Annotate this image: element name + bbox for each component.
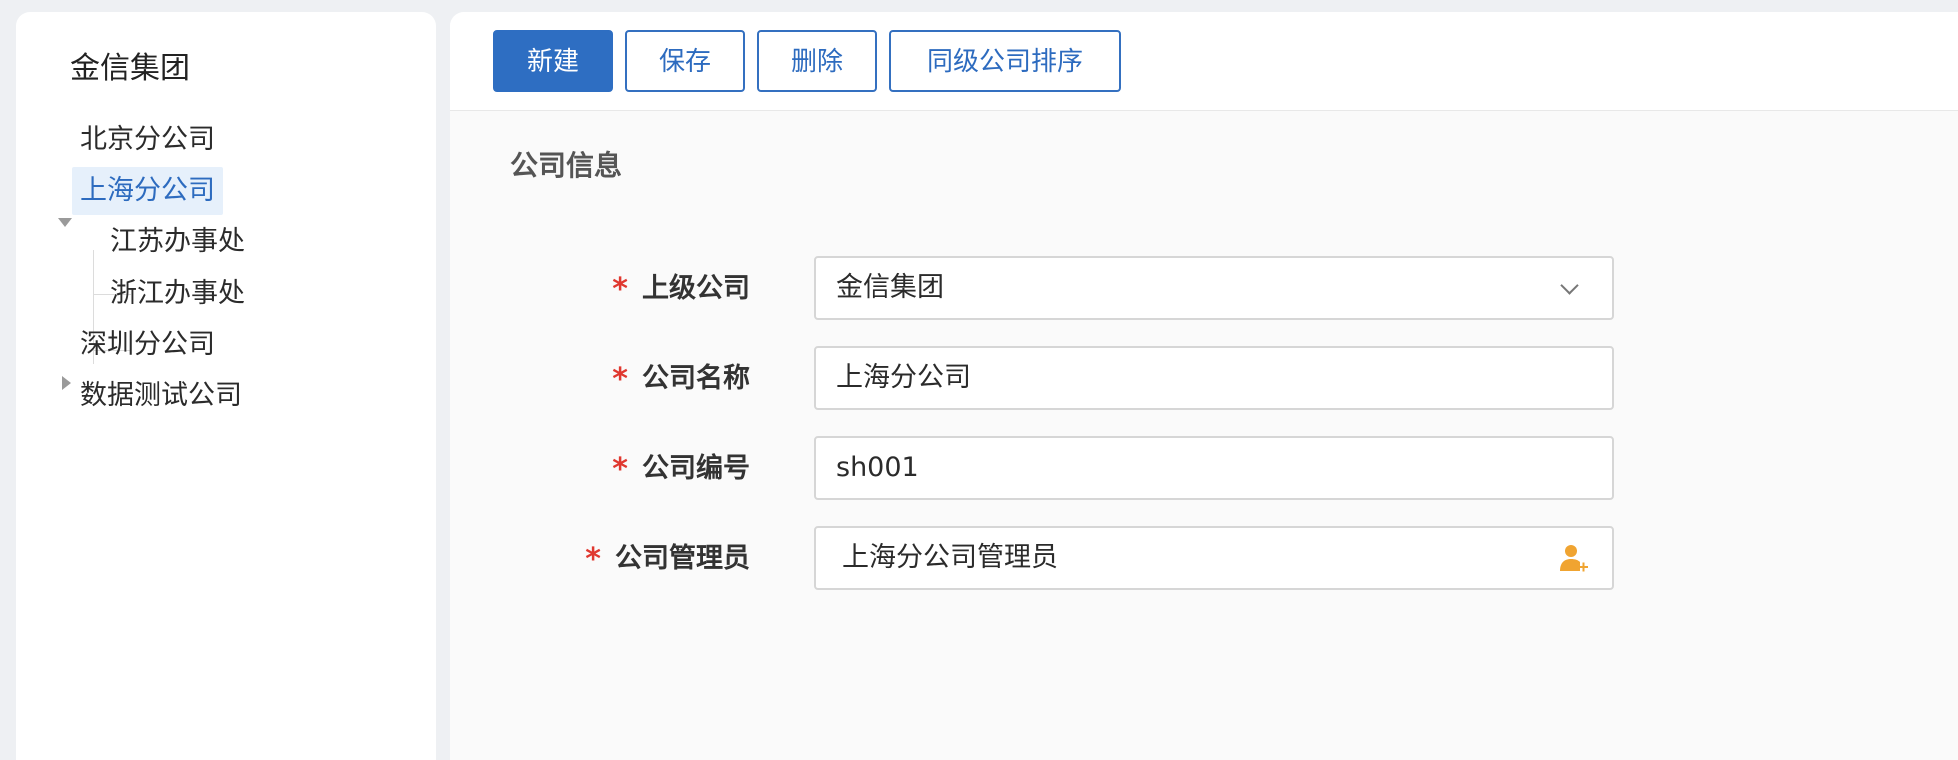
tree-node-beijing[interactable]: 北京分公司: [72, 116, 223, 164]
company-tree-panel: 金信集团 北京分公司 上海分公司 江苏办事处 浙江办事处 深圳分公司 数据测试公…: [16, 12, 436, 760]
chevron-down-icon: [1560, 276, 1579, 295]
tree-node-label: 上海分公司: [72, 167, 223, 215]
label-text: 公司编号: [642, 453, 750, 484]
parent-company-select[interactable]: 金信集团: [814, 256, 1614, 320]
required-mark: *: [585, 542, 601, 577]
required-mark: *: [612, 452, 628, 487]
form-row-parent-company: * 上级公司 金信集团: [450, 256, 1958, 320]
company-code-label: * 公司编号: [612, 436, 750, 500]
company-code-input[interactable]: sh001: [814, 436, 1614, 500]
select-value: 金信集团: [836, 272, 944, 303]
tree-node-shanghai[interactable]: 上海分公司: [72, 167, 223, 215]
input-value: sh001: [836, 452, 919, 483]
tree-node-label: 浙江办事处: [110, 278, 245, 309]
save-button[interactable]: 保存: [625, 30, 745, 92]
company-admin-label: * 公司管理员: [585, 526, 750, 590]
company-name-label: * 公司名称: [612, 346, 750, 410]
add-user-icon[interactable]: [1558, 542, 1590, 574]
section-title: 公司信息: [510, 149, 623, 182]
tree-node-label: 深圳分公司: [80, 329, 215, 360]
label-text: 公司管理员: [615, 543, 750, 574]
tree-node-zhejiang[interactable]: 浙江办事处: [102, 270, 253, 318]
company-admin-picker[interactable]: 上海分公司管理员: [814, 526, 1614, 590]
tree-node-label: 江苏办事处: [110, 226, 245, 257]
form-row-company-name: * 公司名称 上海分公司: [450, 346, 1958, 410]
expand-caret-icon[interactable]: [58, 218, 72, 227]
new-button[interactable]: 新建: [493, 30, 613, 92]
company-name-input[interactable]: 上海分公司: [814, 346, 1614, 410]
app: 金信集团 北京分公司 上海分公司 江苏办事处 浙江办事处 深圳分公司 数据测试公…: [0, 0, 1958, 760]
tree-node-shenzhen[interactable]: 深圳分公司: [72, 321, 223, 369]
label-text: 公司名称: [642, 363, 750, 394]
tree-node-label: 数据测试公司: [80, 380, 242, 411]
collapse-caret-icon[interactable]: [62, 376, 71, 390]
sort-siblings-button[interactable]: 同级公司排序: [889, 30, 1121, 92]
tree-node-label: 北京分公司: [80, 124, 215, 155]
toolbar: 新建 保存 删除 同级公司排序: [450, 12, 1958, 111]
required-mark: *: [612, 362, 628, 397]
tree-root[interactable]: 金信集团: [70, 54, 190, 84]
tree-node-data-test[interactable]: 数据测试公司: [72, 372, 250, 420]
parent-company-label: * 上级公司: [612, 256, 750, 320]
required-mark: *: [612, 272, 628, 307]
input-value: 上海分公司: [836, 362, 971, 393]
picker-value: 上海分公司管理员: [842, 542, 1058, 573]
delete-button[interactable]: 删除: [757, 30, 877, 92]
form-row-company-code: * 公司编号 sh001: [450, 436, 1958, 500]
form-row-company-admin: * 公司管理员 上海分公司管理员: [450, 526, 1958, 590]
tree-node-jiangsu[interactable]: 江苏办事处: [102, 218, 253, 266]
label-text: 上级公司: [642, 273, 750, 304]
company-detail-panel: 新建 保存 删除 同级公司排序 公司信息 * 上级公司 金信集团 * 公司名称 上海…: [450, 12, 1958, 760]
